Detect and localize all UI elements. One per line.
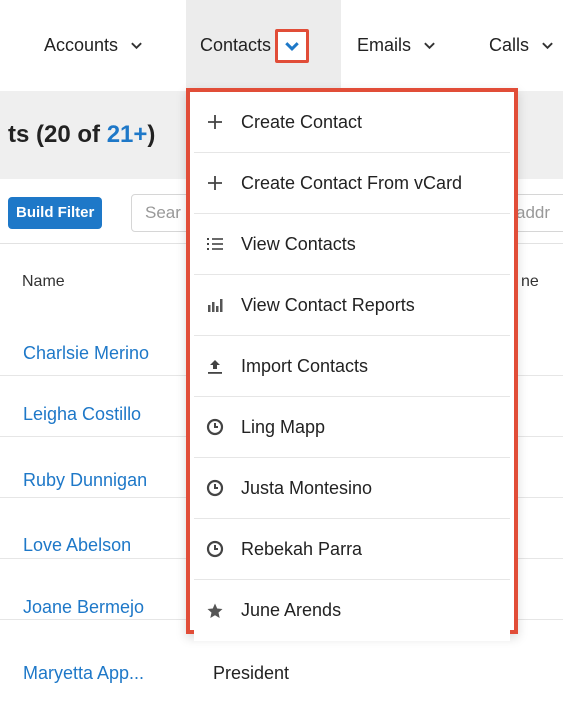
nav-tab-emails[interactable]: Emails xyxy=(357,0,436,91)
menu-item-recent-ling-mapp[interactable]: Ling Mapp xyxy=(194,397,510,458)
nav-tab-label: Accounts xyxy=(44,35,119,55)
nav-tab-calls[interactable]: Calls xyxy=(489,0,554,91)
menu-item-label: Rebekah Parra xyxy=(241,538,363,559)
top-navigation: Accounts Contacts Emails Calls xyxy=(0,0,563,91)
menu-item-recent-justa-montesino[interactable]: Justa Montesino xyxy=(194,458,510,519)
menu-item-label: View Contact Reports xyxy=(241,294,415,315)
contact-name-link[interactable]: Joane Bermejo xyxy=(23,597,144,618)
menu-item-label: View Contacts xyxy=(241,233,356,254)
page-title-suffix: ) xyxy=(147,121,156,148)
column-header-title[interactable]: ne xyxy=(521,273,539,291)
contact-name-link[interactable]: Leigha Costillo xyxy=(23,404,141,425)
menu-item-create-contact-vcard[interactable]: Create Contact From vCard xyxy=(194,153,510,214)
record-count-link[interactable]: 21+ xyxy=(107,121,148,148)
menu-item-view-contact-reports[interactable]: View Contact Reports xyxy=(194,275,510,336)
contact-name-link[interactable]: Maryetta App... xyxy=(23,663,144,684)
nav-tab-label: Calls xyxy=(489,35,530,55)
nav-tab-label: Contacts xyxy=(200,35,272,55)
upload-icon xyxy=(205,356,225,376)
chevron-down-icon[interactable] xyxy=(130,39,143,52)
menu-item-label: Justa Montesino xyxy=(241,477,373,498)
contacts-dropdown-toggle[interactable] xyxy=(275,28,310,63)
menu-item-create-contact[interactable]: Create Contact xyxy=(194,92,510,153)
menu-item-label: Create Contact xyxy=(241,111,363,132)
menu-item-label: Import Contacts xyxy=(241,355,369,376)
plus-icon xyxy=(205,112,225,132)
nav-tab-accounts[interactable]: Accounts xyxy=(44,0,143,91)
chevron-down-icon[interactable] xyxy=(423,39,436,52)
search-placeholder: Sear xyxy=(145,203,181,222)
menu-item-label: Create Contact From vCard xyxy=(241,172,463,193)
contact-name-link[interactable]: Ruby Dunnigan xyxy=(23,470,147,491)
recent-clock-icon xyxy=(205,417,225,437)
page-title-prefix: ts (20 of xyxy=(8,121,107,148)
page-title: ts (20 of 21+) xyxy=(8,121,155,149)
nav-tab-contacts[interactable]: Contacts xyxy=(186,0,341,91)
recent-clock-icon xyxy=(205,478,225,498)
list-icon xyxy=(205,234,225,254)
menu-item-recent-rebekah-parra[interactable]: Rebekah Parra xyxy=(194,519,510,580)
contact-title: President xyxy=(213,663,290,683)
menu-item-label: Ling Mapp xyxy=(241,416,326,437)
menu-item-view-contacts[interactable]: View Contacts xyxy=(194,214,510,275)
recent-clock-icon xyxy=(205,539,225,559)
star-icon xyxy=(205,601,225,621)
nav-tab-label: Emails xyxy=(357,35,412,55)
menu-item-label: June Arends xyxy=(241,600,342,620)
chevron-down-icon[interactable] xyxy=(541,39,554,52)
chevron-down-icon xyxy=(285,41,299,51)
contact-name-link[interactable]: Charlsie Merino xyxy=(23,343,149,364)
menu-item-favorite-june-arends[interactable]: June Arends xyxy=(194,580,510,641)
search-placeholder-tail: addr xyxy=(516,203,551,222)
menu-item-import-contacts[interactable]: Import Contacts xyxy=(194,336,510,397)
bar-chart-icon xyxy=(205,295,225,315)
build-filter-button[interactable]: Build Filter xyxy=(8,197,103,229)
plus-icon xyxy=(205,173,225,193)
contacts-dropdown-menu: Create Contact Create Contact From vCard… xyxy=(186,88,518,641)
column-header-name[interactable]: Name xyxy=(22,273,65,291)
contact-name-link[interactable]: Love Abelson xyxy=(23,535,131,556)
